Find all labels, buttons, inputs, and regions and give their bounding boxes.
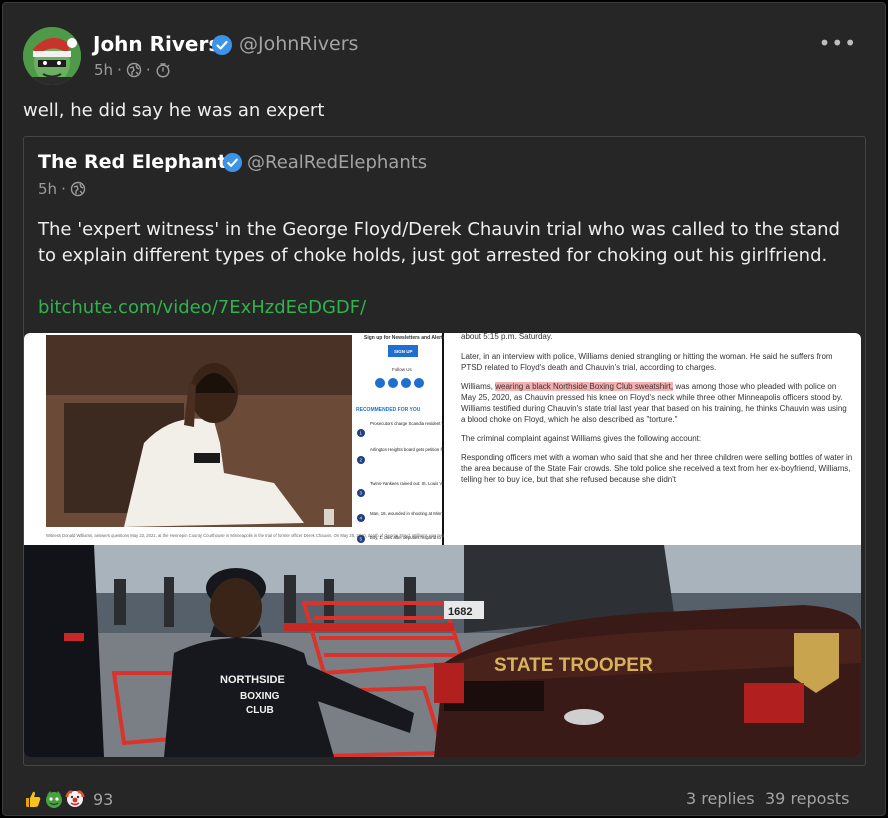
clown-reaction-icon bbox=[65, 790, 85, 807]
trooper-text: STATE TROOPER bbox=[494, 655, 653, 676]
replies-link[interactable]: 3 replies bbox=[686, 789, 755, 808]
quoted-link[interactable]: bitchute.com/video/7ExHzdEeDGDF/ bbox=[38, 297, 366, 318]
reaction-count[interactable]: 93 bbox=[93, 790, 113, 809]
post-time[interactable]: 5h bbox=[94, 61, 113, 79]
reposts-link[interactable]: 39 reposts bbox=[765, 789, 849, 808]
globe-icon bbox=[126, 62, 142, 78]
media-signup-text: Sign up for Newsletters and Alerts bbox=[364, 335, 446, 341]
reactions-summary[interactable] bbox=[23, 789, 86, 809]
meta-separator: · bbox=[61, 180, 66, 198]
media-recommended: RECOMMENDED FOR YOU bbox=[356, 407, 421, 413]
article-highlight: wearing a black Northside Boxing Club sw… bbox=[495, 382, 674, 391]
hoodie-text-1: NORTHSIDE bbox=[220, 674, 285, 686]
plate-text: 1682 bbox=[448, 606, 472, 618]
quoted-post[interactable]: The Red Elephants @RealRedElephants 5h ·… bbox=[23, 136, 866, 766]
quoted-author-name[interactable]: The Red Elephants bbox=[38, 151, 238, 173]
quoted-media-image[interactable]: Witness Donald Williams, answers questio… bbox=[24, 333, 861, 757]
globe-icon bbox=[70, 181, 86, 197]
hoodie-text-3: CLUB bbox=[246, 705, 274, 716]
post-text: well, he did say he was an expert bbox=[23, 100, 325, 121]
quoted-text: The 'expert witness' in the George Floyd… bbox=[38, 219, 840, 266]
quoted-author-handle[interactable]: @RealRedElephants bbox=[247, 152, 427, 173]
media-signup-button: SIGN UP bbox=[394, 349, 413, 354]
article-p0: about 5:15 p.m. Saturday. bbox=[461, 333, 552, 341]
avatar-image bbox=[23, 27, 81, 85]
post-meta: 5h · · bbox=[94, 61, 171, 79]
thumbs-up-reaction-icon bbox=[26, 791, 41, 807]
author-name[interactable]: John Rivers bbox=[93, 32, 220, 56]
more-options-icon[interactable]: ••• bbox=[819, 31, 857, 55]
article-p4: Responding officers met with a woman who… bbox=[461, 453, 853, 484]
hoodie-text-2: BOXING bbox=[240, 691, 280, 702]
article-p2-pre: Williams, bbox=[461, 382, 496, 391]
author-handle[interactable]: @JohnRivers bbox=[239, 33, 358, 55]
article-p1: Later, in an interview with police, Will… bbox=[461, 352, 833, 372]
author-avatar[interactable] bbox=[23, 27, 81, 85]
verified-badge-icon bbox=[222, 152, 243, 173]
green-monster-reaction-icon bbox=[46, 791, 62, 808]
article-p3: The criminal complaint against Williams … bbox=[461, 434, 702, 443]
quoted-meta: 5h · bbox=[38, 180, 86, 198]
meta-separator-2: · bbox=[145, 61, 151, 79]
post-card: John Rivers @JohnRivers 5h · · ••• well,… bbox=[2, 2, 886, 816]
quoted-time[interactable]: 5h bbox=[38, 180, 57, 198]
media-collage: Witness Donald Williams, answers questio… bbox=[24, 333, 861, 757]
verified-badge-icon bbox=[212, 35, 232, 55]
media-follow-us: Follow Us bbox=[392, 367, 413, 372]
meta-separator: · bbox=[117, 61, 122, 79]
clock-icon bbox=[156, 63, 170, 78]
